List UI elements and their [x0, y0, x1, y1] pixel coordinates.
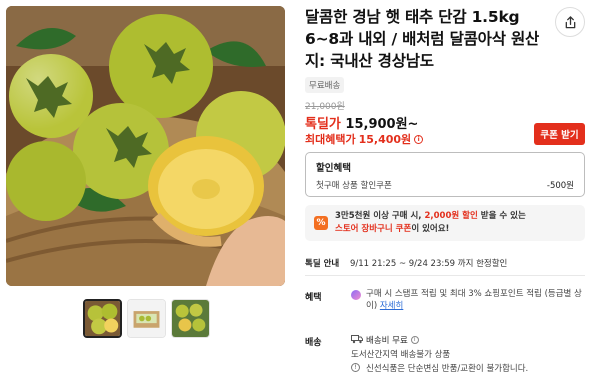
thumbnail-2[interactable] [127, 299, 166, 338]
divider [305, 275, 585, 276]
coupon-button[interactable]: 쿠폰 받기 [534, 123, 585, 145]
deal-period: 9/11 21:25 ~ 9/24 23:59 까지 한정할인 [349, 259, 508, 269]
info-icon[interactable]: i [410, 336, 419, 344]
product-title: 달콤한 경남 햇 태추 단감 1.5kg 6~8과 내외 / 배처럼 달콤아삭 … [305, 8, 540, 70]
percent-icon: % [314, 216, 328, 230]
notice-icon: ! [351, 363, 360, 372]
original-price: 21,000원 [305, 102, 345, 112]
promo-line2-highlight: 스토어 장바구니 쿠폰 [335, 224, 412, 234]
sale-price: 15,900원~ [345, 117, 419, 132]
promo-line1-b: 받을 수 있는 [480, 211, 526, 221]
shipping-fee: 배송비 무료 i [366, 334, 419, 346]
max-benefit-row: 최대혜택가 15,400원 i [305, 131, 424, 147]
max-benefit-price: 15,400원 [358, 133, 412, 146]
shipping-area-notice: 도서산간지역 배송불가 상품 [351, 350, 451, 360]
promo-text: 3만5천원 이상 구매 시, 2,000원 할인 받을 수 있는 스토어 장바구… [335, 210, 575, 236]
benefit-detail-link[interactable]: 자세히 [380, 301, 403, 311]
promo-banner[interactable]: % 3만5천원 이상 구매 시, 2,000원 할인 받을 수 있는 스토어 장… [305, 205, 585, 241]
free-shipping-badge: 무료배송 [305, 77, 345, 93]
benefit-label: 혜택 [305, 293, 322, 303]
share-button[interactable] [555, 7, 585, 37]
thumbnail-1[interactable] [83, 299, 122, 338]
discount-amount: -500원 [546, 181, 574, 191]
shipping-label: 배송 [305, 338, 322, 348]
shipping-fee-text: 배송비 무료 [366, 336, 408, 346]
deal-info: 톡딜 안내 9/11 21:25 ~ 9/24 23:59 까지 한정할인 [305, 257, 507, 269]
fresh-food-notice: 신선식품은 단순변심 반품/교환이 불가합니다. [366, 364, 529, 374]
truck-icon [351, 335, 363, 344]
discount-coupon-name: 첫구매 상품 할인쿠폰 [316, 181, 392, 191]
thumbnail-strip [83, 299, 210, 338]
sale-label: 톡딜가 [305, 117, 341, 132]
share-icon [565, 15, 575, 28]
discount-box[interactable]: 할인혜택 첫구매 상품 할인쿠폰 -500원 [305, 152, 585, 197]
benefit-text: 구매 시 스탬프 적립 및 최대 3% 쇼핑포인트 적립 (등급별 상이) 자세… [366, 288, 586, 312]
sale-price-row: 톡딜가 15,900원~ [305, 113, 418, 132]
info-icon[interactable]: i [414, 134, 424, 144]
deal-label: 톡딜 안내 [305, 259, 340, 269]
discount-title: 할인혜택 [316, 163, 351, 174]
product-main-image [6, 6, 285, 286]
thumbnail-3[interactable] [171, 299, 210, 338]
promo-line1-a: 3만5천원 이상 구매 시, [335, 211, 422, 221]
promo-line1-highlight: 2,000원 할인 [424, 211, 478, 221]
promo-line2-b: 이 있어요! [411, 224, 450, 234]
max-benefit-label: 최대혜택가 [305, 133, 356, 146]
point-icon [351, 290, 361, 300]
